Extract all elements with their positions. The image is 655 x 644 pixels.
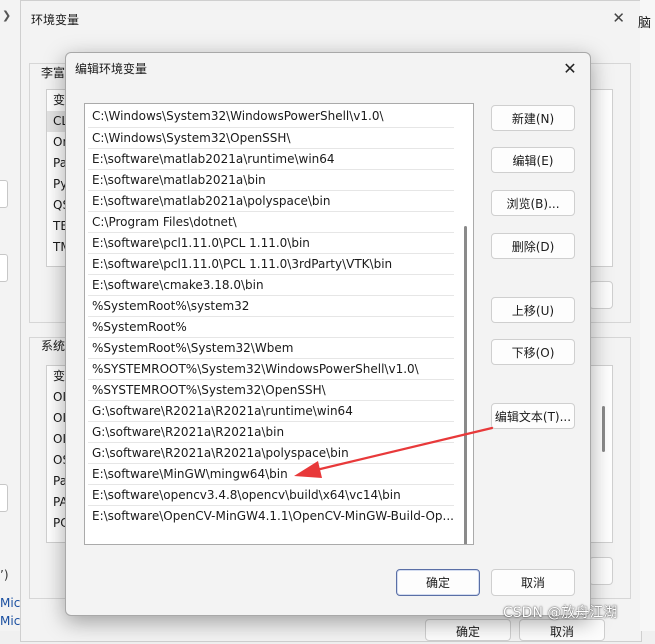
- background-button-fragment[interactable]: [589, 281, 613, 309]
- path-list-item[interactable]: E:\software\matlab2021a\runtime\win64: [88, 148, 454, 169]
- background-input-fragment: [0, 484, 8, 512]
- background-input-fragment: [0, 254, 8, 282]
- edit-environment-variable-dialog: 编辑环境变量 ✕ C:\Windows\System32\WindowsPowe…: [65, 52, 591, 616]
- move-up-button[interactable]: 上移(U): [491, 297, 575, 323]
- path-list-item[interactable]: C:\Program Files\dotnet\: [88, 211, 454, 232]
- path-list-item[interactable]: E:\software\matlab2021a\bin: [88, 169, 454, 190]
- path-list-item[interactable]: E:\software\opencv3.4.8\opencv\build\x64…: [88, 484, 454, 505]
- background-text-fragment: ’): [0, 568, 9, 582]
- path-list-item[interactable]: E:\software\MinGW\mingw64\bin: [88, 463, 454, 484]
- background-left-window: ❯ ’) Mic Mic: [0, 0, 22, 631]
- path-list-item[interactable]: %SystemRoot%: [88, 316, 454, 337]
- browse-button[interactable]: 浏览(B)...: [491, 190, 575, 216]
- path-list-item[interactable]: E:\software\pcl1.11.0\PCL 1.11.0\bin: [88, 232, 454, 253]
- background-button-fragment[interactable]: [589, 557, 613, 585]
- path-list-item[interactable]: E:\software\matlab2021a\polyspace\bin: [88, 190, 454, 211]
- ok-button[interactable]: 确定: [396, 569, 480, 596]
- environment-variables-title: 环境变量: [31, 13, 80, 27]
- new-button[interactable]: 新建(N): [491, 105, 575, 131]
- path-list-item[interactable]: %SYSTEMROOT%\System32\WindowsPowerShell\…: [88, 358, 454, 379]
- path-list-item[interactable]: C:\Windows\System32\WindowsPowerShell\v1…: [88, 106, 454, 127]
- edit-button[interactable]: 编辑(E): [491, 147, 575, 173]
- background-link-fragment: Mic: [0, 596, 21, 610]
- cancel-button[interactable]: 取消: [491, 569, 575, 596]
- path-list-item[interactable]: %SYSTEMROOT%\System32\OpenSSH\: [88, 379, 454, 400]
- dialog-title: 编辑环境变量: [75, 62, 148, 76]
- move-down-button[interactable]: 下移(O): [491, 339, 575, 365]
- user-variables-label: 李富: [41, 66, 66, 80]
- path-list-item[interactable]: E:\software\pcl1.11.0\PCL 1.11.0\3rdPart…: [88, 253, 454, 274]
- background-right-window: 脑: [638, 0, 655, 631]
- system-variables-list-right-edge: [589, 365, 613, 543]
- path-list-item[interactable]: G:\software\R2021a\R2021a\bin: [88, 421, 454, 442]
- delete-button[interactable]: 删除(D): [491, 233, 575, 259]
- scrollbar-thumb[interactable]: [602, 406, 605, 452]
- close-icon[interactable]: ✕: [612, 9, 625, 27]
- path-list-item[interactable]: G:\software\R2021a\R2021a\polyspace\bin: [88, 442, 454, 463]
- system-variables-label: 系统: [41, 339, 66, 353]
- background-ok-button[interactable]: 确定: [425, 619, 511, 641]
- background-text-fragment: 脑: [638, 16, 652, 31]
- edit-text-button[interactable]: 编辑文本(T)...: [491, 403, 575, 429]
- path-list[interactable]: C:\Windows\System32\WindowsPowerShell\v1…: [84, 103, 474, 545]
- environment-variables-titlebar: 环境变量 ✕: [21, 1, 641, 37]
- path-list-item[interactable]: %SystemRoot%\system32: [88, 295, 454, 316]
- background-cancel-button[interactable]: 取消: [519, 619, 605, 641]
- background-link-fragment: Mic: [0, 614, 21, 628]
- path-list-item[interactable]: C:\Windows\System32\OpenSSH\: [88, 127, 454, 148]
- watermark: CSDN @放舟江湖: [503, 605, 618, 621]
- chevron-right-icon: ❯: [2, 9, 12, 22]
- user-variables-list-right-edge: [589, 89, 613, 267]
- path-list-item[interactable]: %SystemRoot%\System32\Wbem: [88, 337, 454, 358]
- background-input-fragment: [0, 180, 8, 208]
- scrollbar-thumb[interactable]: [464, 226, 467, 544]
- close-icon[interactable]: ✕: [557, 56, 583, 82]
- path-list-item[interactable]: E:\software\cmake3.18.0\bin: [88, 274, 454, 295]
- path-list-item[interactable]: G:\software\R2021a\R2021a\runtime\win64: [88, 400, 454, 421]
- path-list-item[interactable]: E:\software\OpenCV-MinGW4.1.1\OpenCV-Min…: [88, 505, 454, 526]
